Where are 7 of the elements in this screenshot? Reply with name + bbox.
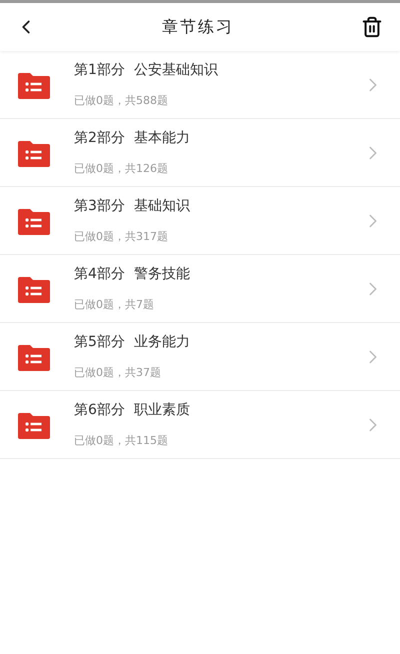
chapter-title: 第3部分 基础知识: [74, 196, 191, 216]
chapter-title: 第5部分 业务能力: [74, 332, 191, 352]
page-title: 章节练习: [162, 16, 234, 38]
chapter-title: 第2部分 基本能力: [74, 128, 191, 148]
chapter-title: 第4部分 警务技能: [74, 264, 191, 284]
chapter-title: 第1部分 公安基础知识: [74, 60, 219, 80]
chapter-title: 第6部分 职业素质: [74, 400, 191, 420]
